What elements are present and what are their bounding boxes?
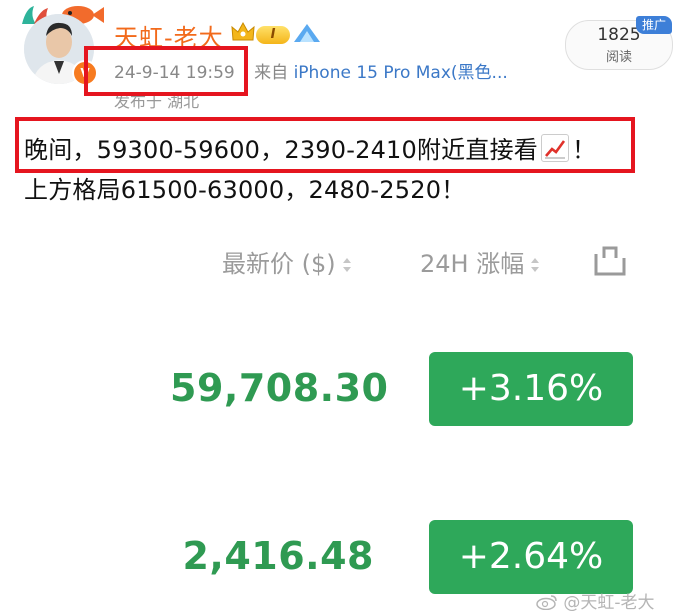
post-text-line-1-main: 晚间，59300-59600，2390-2410附近直接看 (24, 136, 538, 164)
share-icon[interactable] (590, 244, 630, 278)
device-link[interactable]: iPhone 15 Pro Max(黑色... (294, 63, 508, 83)
column-header-change[interactable]: 24H 涨幅 (420, 244, 540, 279)
watermark-text: @天虹-老大 (563, 593, 655, 613)
post-text-line-1: 晚间，59300-59600，2390-2410附近直接看 ！ (24, 130, 596, 165)
column-header-change-label: 24H 涨幅 (420, 250, 525, 278)
sort-icon (342, 258, 351, 272)
column-header-price[interactable]: 最新价 ($) (222, 244, 352, 279)
post-text-line-1-end: ！ (571, 136, 597, 164)
eth-change-button[interactable]: +2.64% (429, 520, 633, 594)
weibo-icon (536, 595, 557, 611)
level-badge: I (256, 26, 290, 44)
source-prefix: 来自 (254, 63, 289, 83)
vip-icon (294, 24, 320, 42)
column-header-price-label: 最新价 ($) (222, 250, 336, 278)
post-text-line-2: 上方格局61500-63000，2480-2520！ (24, 176, 466, 204)
watermark: @天虹-老大 (536, 588, 655, 613)
timestamp-highlight-box (84, 46, 248, 96)
btc-change-button[interactable]: +3.16% (429, 352, 633, 426)
crown-icon (231, 21, 255, 41)
promo-tag[interactable]: 推广 (636, 16, 672, 34)
chart-increasing-icon (540, 134, 569, 162)
read-count-label: 阅读 (605, 50, 632, 65)
sort-icon (531, 258, 540, 272)
btc-price: 59,708.30 (170, 366, 389, 410)
eth-price: 2,416.48 (182, 534, 374, 578)
